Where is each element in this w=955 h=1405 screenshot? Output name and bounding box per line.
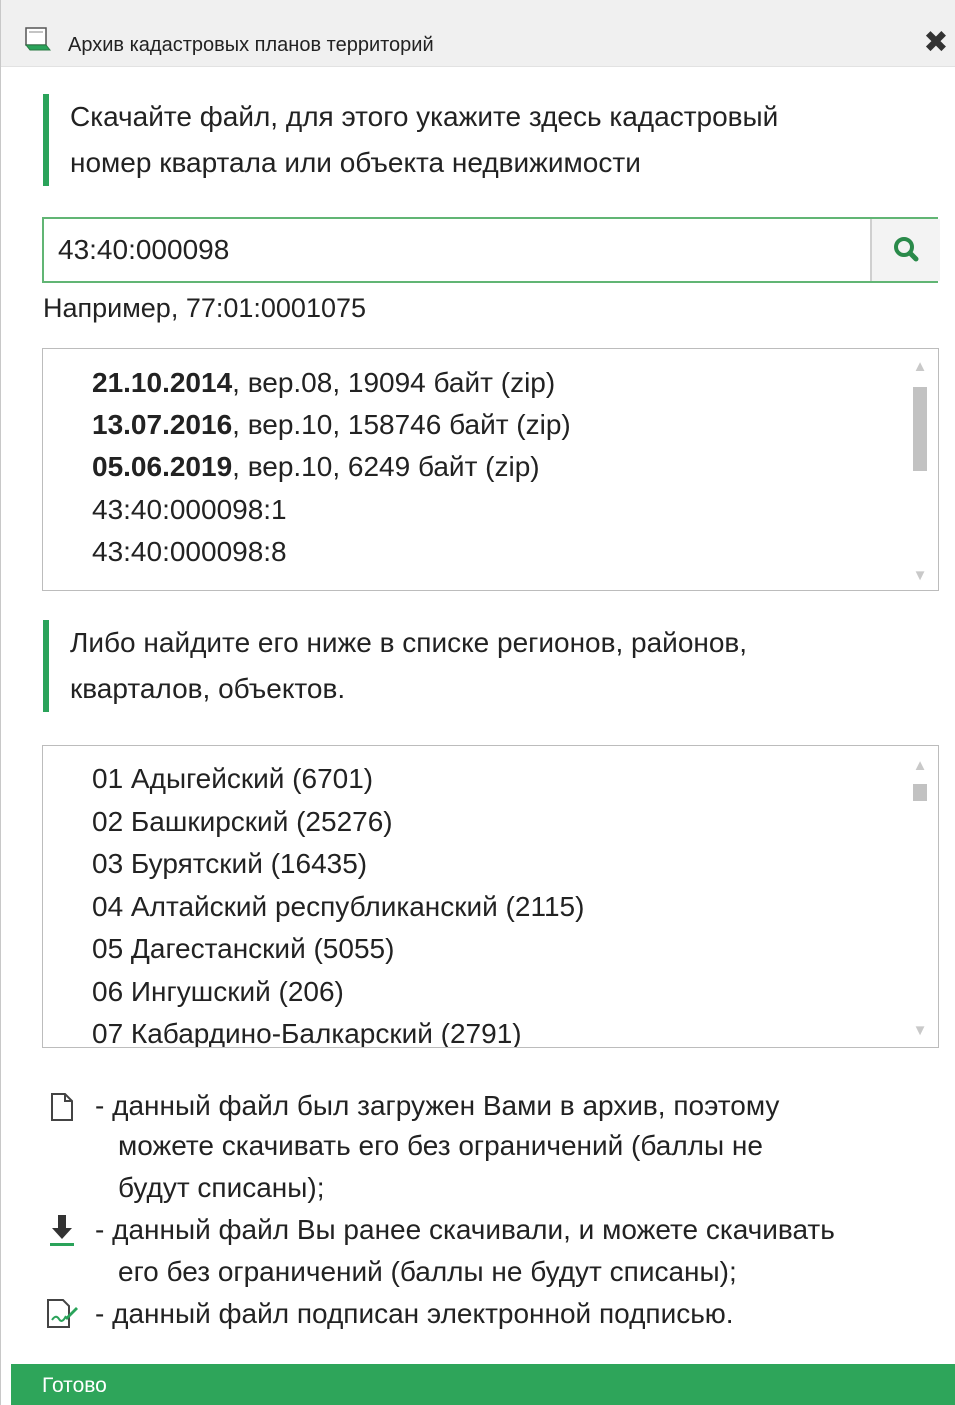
region-item[interactable]: 06 Ингушский (206) — [92, 974, 344, 1010]
scroll-thumb[interactable] — [913, 387, 927, 471]
file-info: , вер.08, 19094 байт (zip) — [232, 367, 556, 398]
status-text: Готово — [42, 1374, 107, 1397]
region-item[interactable]: 04 Алтайский республиканский (2115) — [92, 889, 584, 925]
archive-window: Архив кадастровых планов территорий ✖ Ск… — [0, 0, 955, 1405]
instruction-line: Либо найдите его ниже в списке регионов,… — [70, 627, 748, 658]
list-item[interactable]: 43:40:000098:1 — [92, 492, 287, 528]
legend-uploaded-text: можете скачивать его без ограничений (ба… — [118, 1130, 763, 1161]
window-title: Архив кадастровых планов территорий — [68, 34, 434, 56]
list-item[interactable]: 05.06.2019, вер.10, 6249 байт (zip) — [92, 449, 540, 485]
cadastral-number-input[interactable] — [44, 219, 870, 281]
regions-scrollbar[interactable]: ▲ ▼ — [912, 758, 928, 1041]
search-button[interactable] — [870, 219, 940, 281]
legend-uploaded-text: - данный файл был загружен Вами в архив,… — [95, 1090, 780, 1121]
instruction-line: кварталов, объектов. — [70, 673, 346, 704]
scroll-down-arrow-icon[interactable]: ▼ — [912, 568, 928, 584]
region-item[interactable]: 05 Дагестанский (5055) — [92, 931, 394, 967]
region-item[interactable]: 01 Адыгейский (6701) — [92, 761, 373, 797]
close-icon[interactable]: ✖ — [923, 28, 949, 58]
list-item[interactable]: 43:40:000098:8 — [92, 534, 287, 570]
status-bar: Готово — [11, 1364, 955, 1405]
legend-uploaded-text: будут списаны); — [118, 1172, 325, 1203]
object-number: 43:40:000098:8 — [92, 536, 287, 567]
scroll-up-arrow-icon[interactable]: ▲ — [912, 359, 928, 375]
region-item[interactable]: 03 Бурятский (16435) — [92, 846, 367, 882]
legend-signed-text: - данный файл подписан электронной подпи… — [95, 1298, 734, 1329]
object-number: 43:40:000098:1 — [92, 494, 287, 525]
list-item[interactable]: 13.07.2016, вер.10, 158746 байт (zip) — [92, 407, 571, 443]
download-icon — [50, 1215, 74, 1246]
document-icon — [51, 1093, 73, 1121]
scroll-thumb[interactable] — [913, 784, 927, 801]
file-info: , вер.10, 6249 байт (zip) — [232, 451, 540, 482]
regions-list[interactable]: 01 Адыгейский (6701) 02 Башкирский (2527… — [42, 745, 939, 1048]
results-list[interactable]: 21.10.2014, вер.08, 19094 байт (zip) 13.… — [42, 348, 939, 591]
search-icon — [894, 237, 919, 262]
legend-downloaded-text: его без ограничений (баллы не будут спис… — [118, 1256, 737, 1287]
legend-downloaded-text: - данный файл Вы ранее скачивали, и може… — [95, 1214, 835, 1245]
search-hint: Например, 77:01:0001075 — [43, 293, 367, 323]
file-date: 13.07.2016 — [92, 409, 233, 440]
cadastral-search-box — [42, 217, 940, 283]
instruction-browse: Либо найдите его ниже в списке регионов,… — [43, 620, 747, 712]
map-archive-icon — [24, 27, 51, 51]
file-date: 05.06.2019 — [92, 451, 233, 482]
results-scrollbar[interactable]: ▲ ▼ — [912, 359, 928, 584]
region-item[interactable]: 02 Башкирский (25276) — [92, 804, 393, 840]
signed-document-icon — [47, 1299, 78, 1328]
file-info: , вер.10, 158746 байт (zip) — [232, 409, 571, 440]
scroll-down-arrow-icon[interactable]: ▼ — [912, 1023, 928, 1039]
region-item[interactable]: 07 Кабардино-Балкарский (2791) — [92, 1016, 522, 1047]
scroll-up-arrow-icon[interactable]: ▲ — [912, 758, 928, 774]
instruction-line: номер квартала или объекта недвижимости — [70, 147, 641, 178]
title-bar: Архив кадастровых планов территорий ✖ — [1, 0, 955, 67]
file-date: 21.10.2014 — [92, 367, 233, 398]
list-item[interactable]: 21.10.2014, вер.08, 19094 байт (zip) — [92, 365, 555, 401]
instruction-download: Скачайте файл, для этого укажите здесь к… — [43, 94, 778, 186]
instruction-line: Скачайте файл, для этого укажите здесь к… — [70, 101, 779, 132]
